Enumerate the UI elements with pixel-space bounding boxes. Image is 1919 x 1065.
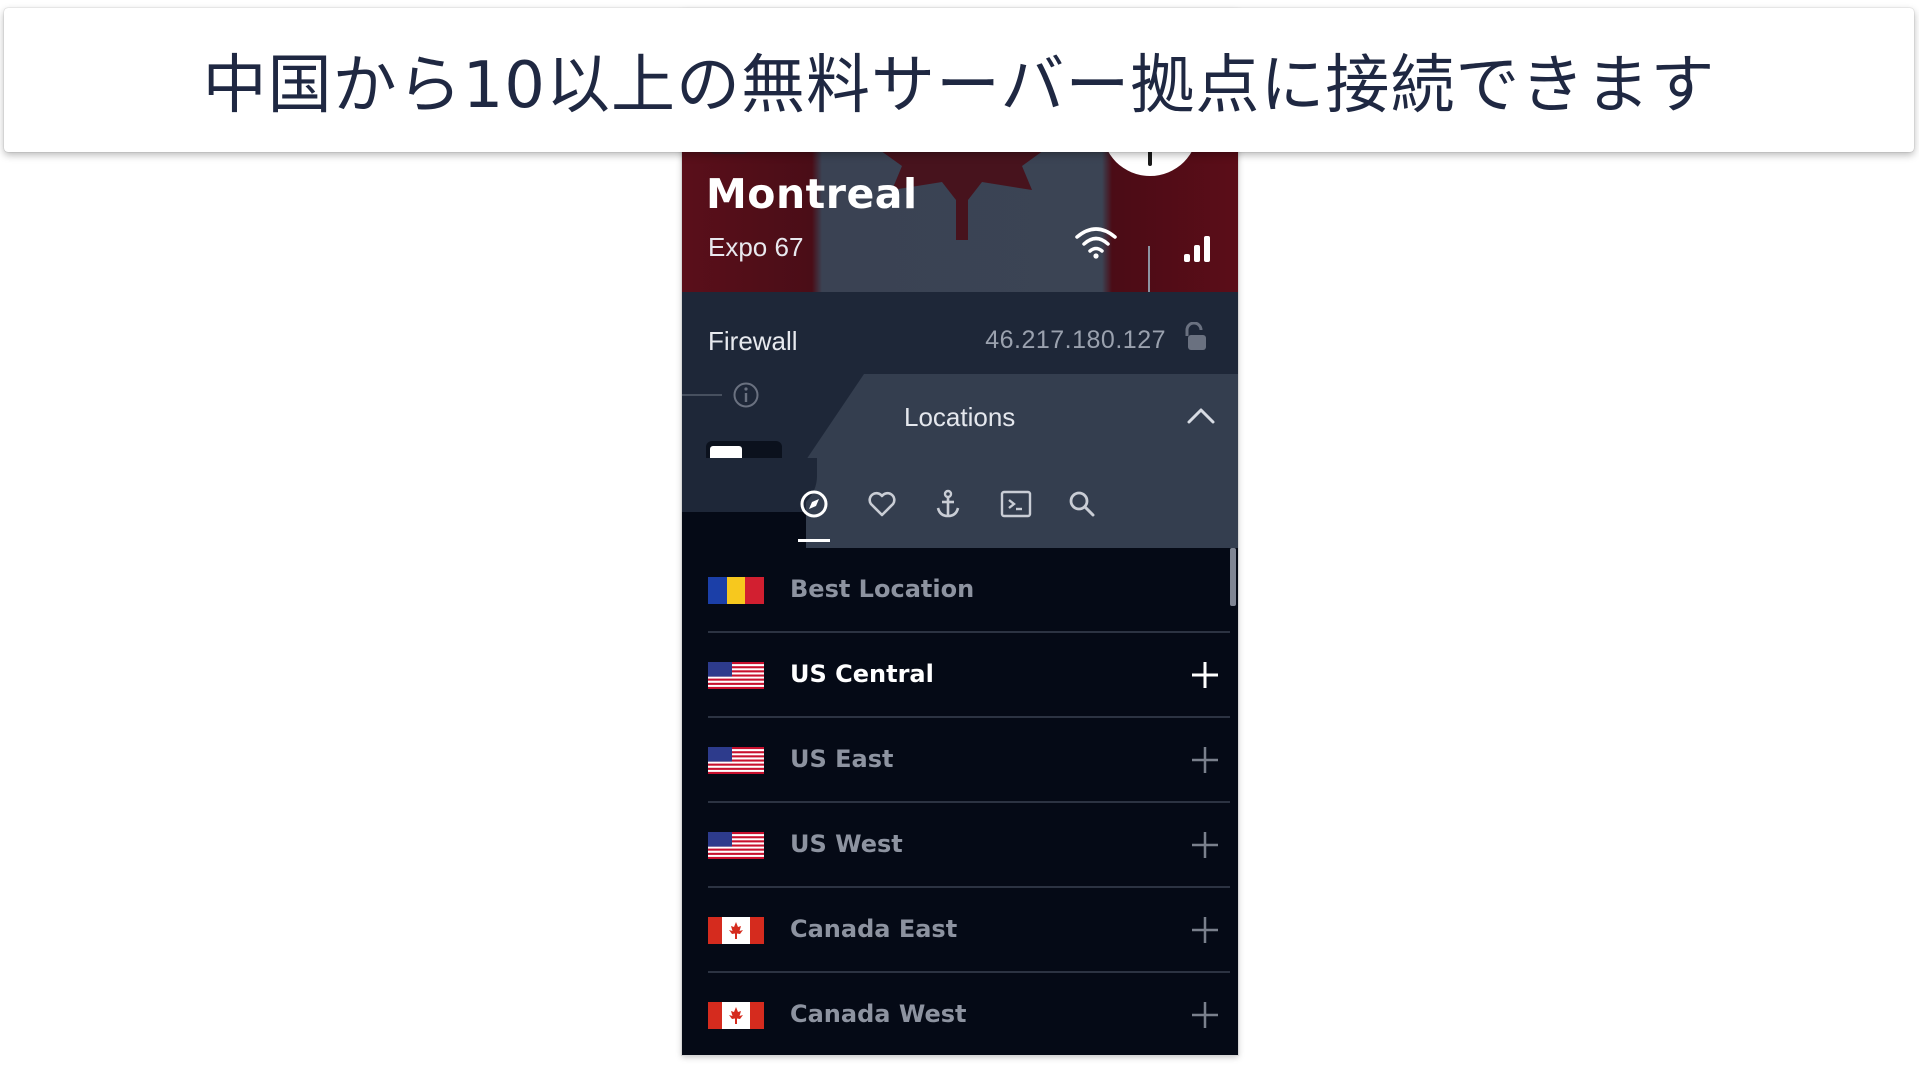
unlock-icon[interactable]	[1182, 322, 1208, 352]
list-item-label: US West	[790, 830, 903, 858]
signal-bar	[1184, 254, 1190, 262]
expand-plus-icon[interactable]	[1190, 915, 1220, 945]
terminal-icon	[1000, 490, 1032, 518]
info-icon[interactable]	[732, 381, 760, 409]
expand-plus-icon[interactable]	[1190, 1000, 1220, 1030]
wifi-icon	[1075, 227, 1117, 259]
tab-static-ips[interactable]	[916, 460, 980, 548]
canada-flag-icon	[708, 1002, 764, 1029]
hero-divider	[1148, 246, 1150, 292]
list-item[interactable]: US East	[682, 718, 1230, 803]
list-item-label: Best Location	[790, 575, 975, 603]
chevron-up-icon[interactable]	[1186, 405, 1216, 425]
list-item-label: US Central	[790, 660, 934, 688]
signal-bar	[1214, 227, 1220, 262]
server-name: Expo 67	[708, 232, 804, 262]
location-list: Best Location US Central US East US West…	[682, 548, 1238, 1055]
list-item[interactable]: US Central	[682, 633, 1230, 718]
ip-address: 46.217.180.127	[985, 326, 1166, 354]
banner-text: 中国から10以上の無料サーバー拠点に接続できます	[202, 49, 1716, 123]
tab-explore[interactable]	[782, 460, 846, 548]
canada-flag-icon	[708, 917, 764, 944]
expand-plus-icon[interactable]	[1190, 830, 1220, 860]
list-item[interactable]: Canada East	[682, 888, 1230, 973]
locations-title: Locations	[904, 402, 1016, 432]
list-item-label: US East	[790, 745, 894, 773]
anchor-icon	[936, 489, 960, 518]
us-flag-icon	[708, 747, 764, 774]
list-item[interactable]: Best Location	[682, 548, 1230, 633]
list-scrollbar[interactable]	[1230, 548, 1236, 606]
tab-config[interactable]	[984, 460, 1048, 548]
us-flag-icon	[708, 662, 764, 689]
tab-active-indicator	[798, 539, 830, 542]
list-item-label: Canada East	[790, 915, 958, 943]
us-flag-icon	[708, 832, 764, 859]
list-item-label: Canada West	[790, 1000, 967, 1028]
signal-strength-icon	[1184, 227, 1220, 262]
vpn-app-window: Montreal Expo 67 Firewall 46.217.180.127…	[682, 10, 1238, 1055]
signal-bar	[1204, 236, 1210, 262]
locations-tabs	[782, 460, 1238, 548]
list-item[interactable]: Canada West	[682, 973, 1230, 1055]
expand-plus-icon[interactable]	[1190, 745, 1220, 775]
compass-icon	[800, 490, 828, 518]
caption-banner: 中国から10以上の無料サーバー拠点に接続できます	[4, 8, 1914, 152]
firewall-label: Firewall	[708, 326, 798, 356]
heart-icon	[868, 491, 896, 517]
romania-flag-icon	[708, 577, 764, 604]
tab-favorites[interactable]	[850, 460, 914, 548]
info-connector	[682, 394, 722, 396]
location-city: Montreal	[706, 170, 918, 218]
tab-search[interactable]	[1050, 460, 1114, 548]
list-item[interactable]: US West	[682, 803, 1230, 888]
search-icon	[1069, 491, 1095, 517]
signal-bar	[1194, 245, 1200, 262]
expand-plus-icon[interactable]	[1190, 660, 1220, 690]
